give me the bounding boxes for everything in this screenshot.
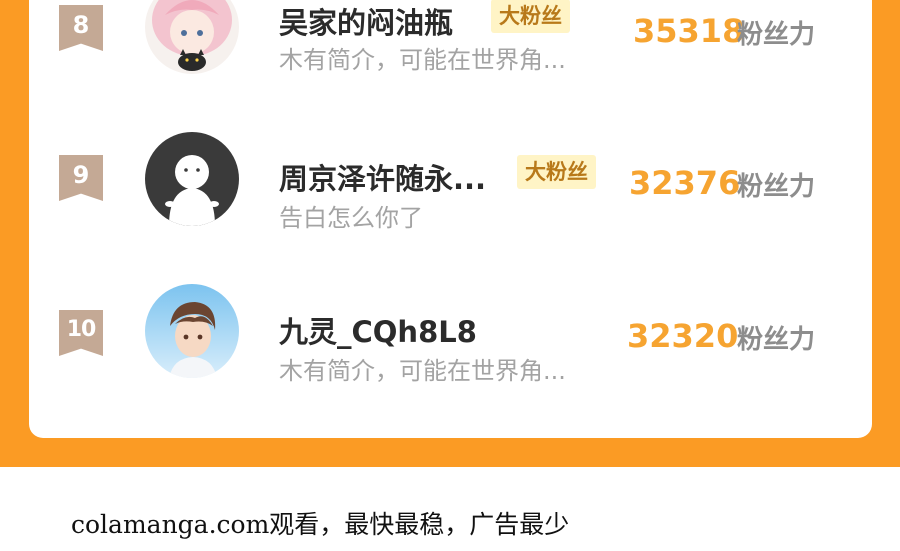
watermark-text: colamanga.com观看，最快最稳，广告最少 [71,510,570,539]
fan-score-unit: 粉丝力 [737,20,816,50]
ranking-row-8[interactable]: 8 吴家的闷油瓶 大粉丝 木有简介，可能在世界角... 35318 粉丝力 [29,0,872,90]
user-name[interactable]: 周京泽许随永... [279,156,486,198]
fan-score: 32376 [629,164,741,202]
anime-boy-sky-avatar-icon [145,284,239,378]
fan-score: 32320 [627,317,739,355]
ranking-row-9[interactable]: 9 周京泽许随永... 大粉丝 告白怎么你了 32376 粉丝力 [29,130,872,240]
user-intro: 木有简介，可能在世界角... [279,46,566,74]
default-ghost-avatar-icon [145,132,239,226]
rank-flag: 10 [59,310,103,356]
user-avatar[interactable] [145,132,239,226]
user-name[interactable]: 九灵_CQh8L8 [279,309,477,351]
fan-score: 35318 [633,12,745,50]
rank-flag: 9 [59,155,103,201]
user-intro: 木有简介，可能在世界角... [279,357,566,385]
user-avatar[interactable] [145,0,239,74]
fan-ranking-card: 8 吴家的闷油瓶 大粉丝 木有简介，可能在世界角... 35318 粉丝力 9 [29,0,872,438]
fan-score-unit: 粉丝力 [737,325,816,355]
user-name[interactable]: 吴家的闷油瓶 [279,0,453,42]
fan-level-badge: 大粉丝 [491,0,570,33]
user-avatar[interactable] [145,284,239,378]
fan-level-badge: 大粉丝 [517,155,596,189]
rank-flag: 8 [59,5,103,51]
anime-girl-with-black-cat-avatar-icon [145,0,239,74]
fan-score-unit: 粉丝力 [737,172,816,202]
user-intro: 告白怎么你了 [279,204,423,232]
ranking-row-10[interactable]: 10 九灵_CQh8L8 木有简介，可能在世界角... 32320 粉丝力 [29,283,872,393]
